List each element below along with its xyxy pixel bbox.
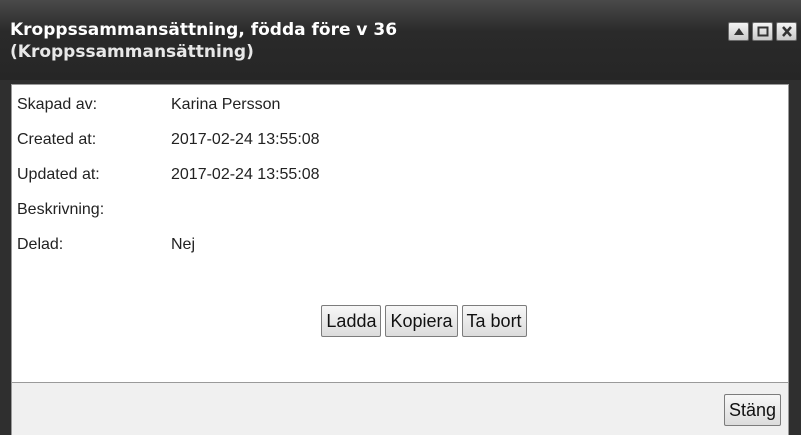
minimize-icon	[733, 27, 744, 35]
detail-value: 2017-02-24 13:55:08	[171, 131, 320, 148]
maximize-icon	[757, 26, 768, 37]
close-dialog-button[interactable]: Stäng	[723, 394, 781, 426]
minimize-button[interactable]	[728, 22, 749, 41]
details-panel: Skapad av: Karina Persson Created at: 20…	[11, 84, 789, 383]
detail-value: Karina Persson	[171, 96, 281, 113]
load-button[interactable]: Ladda	[321, 305, 382, 337]
detail-label: Beskrivning:	[17, 201, 105, 218]
detail-label: Skapad av:	[17, 96, 98, 113]
maximize-button[interactable]	[752, 22, 773, 41]
window-title-main: Kroppssammansättning, födda före v 36	[10, 20, 398, 40]
detail-label: Delad:	[17, 236, 64, 253]
copy-button[interactable]: Kopiera	[385, 305, 458, 337]
window-title-sub: (Kroppssammansättning)	[10, 42, 254, 62]
delete-button[interactable]: Ta bort	[461, 305, 527, 337]
action-buttons: Ladda Kopiera Ta bort	[12, 305, 788, 337]
dialog-window: Kroppssammansättning, födda före v 36 (K…	[0, 0, 801, 435]
detail-value: Nej	[171, 236, 196, 253]
detail-label: Created at:	[17, 131, 97, 148]
window-controls	[728, 22, 797, 41]
close-button[interactable]	[776, 22, 797, 41]
detail-label: Updated at:	[17, 166, 100, 183]
dialog-footer: Stäng	[11, 383, 789, 435]
window-title: Kroppssammansättning, födda före v 36 (K…	[10, 19, 670, 63]
title-bar[interactable]: Kroppssammansättning, födda före v 36 (K…	[0, 0, 801, 80]
close-icon	[781, 26, 792, 37]
detail-value: 2017-02-24 13:55:08	[171, 166, 320, 183]
